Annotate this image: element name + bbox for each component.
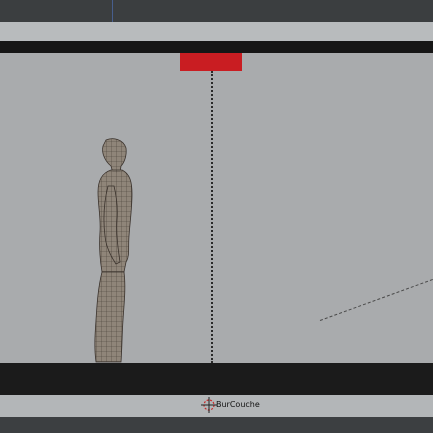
- human-mesh-figure[interactable]: [86, 136, 140, 364]
- camera-frame-bottom-border: [0, 363, 433, 395]
- grid-axis-line: [112, 0, 113, 22]
- viewport-grid-top: [0, 0, 433, 22]
- viewport-grid-bottom: [0, 417, 433, 433]
- active-camera-marker[interactable]: [180, 53, 242, 71]
- camera-frame-top-border: [0, 41, 433, 53]
- camera-passepartout-top: [0, 22, 433, 41]
- origin-crosshair-icon[interactable]: [201, 397, 217, 413]
- camera-center-guide-line: [211, 71, 213, 363]
- camera-name-label: BurCouche: [216, 400, 260, 409]
- camera-view-area[interactable]: [0, 53, 433, 363]
